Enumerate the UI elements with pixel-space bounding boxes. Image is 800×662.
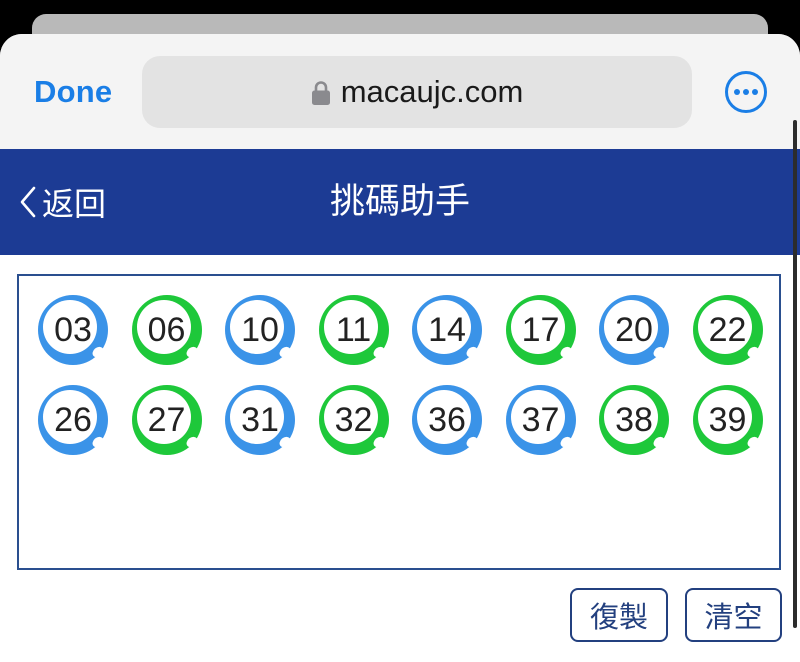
browser-sheet: Done macaujc.com 返回 挑碼助手 03 06 10 11 14 … — [0, 34, 800, 662]
ball-number: 17 — [521, 311, 560, 349]
ball-number: 32 — [334, 401, 373, 439]
ball-number: 03 — [54, 311, 92, 349]
clear-button[interactable]: 清空 — [685, 588, 782, 642]
ball-number: 27 — [147, 401, 186, 439]
selected-numbers-panel: 03 06 10 11 14 17 20 22 26 27 31 32 36 37 38 39 — [17, 274, 781, 570]
ball-number: 39 — [708, 401, 747, 439]
ball-number: 36 — [428, 401, 466, 439]
url-text: macaujc.com — [340, 74, 524, 109]
number-ball[interactable]: 06 — [131, 294, 203, 366]
scrollbar[interactable] — [793, 120, 797, 628]
number-ball[interactable]: 26 — [37, 384, 109, 456]
number-ball[interactable]: 38 — [598, 384, 670, 456]
number-ball[interactable]: 20 — [598, 294, 670, 366]
number-ball[interactable]: 31 — [224, 384, 296, 456]
number-ball[interactable]: 11 — [318, 294, 390, 366]
number-ball[interactable]: 03 — [37, 294, 109, 366]
number-ball[interactable]: 17 — [505, 294, 577, 366]
ball-number: 38 — [615, 401, 653, 439]
ball-number: 22 — [708, 311, 747, 349]
number-ball[interactable]: 10 — [224, 294, 296, 366]
ball-number: 26 — [54, 401, 92, 439]
ball-number: 11 — [335, 311, 372, 349]
done-button[interactable]: Done — [34, 74, 112, 110]
app-header: 返回 挑碼助手 — [0, 149, 800, 255]
ball-number: 10 — [241, 311, 279, 349]
number-ball[interactable]: 36 — [411, 384, 483, 456]
ball-number: 31 — [241, 401, 279, 439]
page-title: 挑碼助手 — [329, 182, 470, 222]
lock-icon — [311, 81, 330, 105]
number-ball[interactable]: 27 — [131, 384, 203, 456]
number-ball[interactable]: 39 — [692, 384, 764, 456]
ball-number: 37 — [521, 401, 560, 439]
number-ball[interactable]: 22 — [692, 294, 764, 366]
screen: Done macaujc.com 返回 挑碼助手 03 06 10 11 14 … — [0, 0, 800, 662]
number-ball[interactable]: 32 — [318, 384, 390, 456]
number-ball[interactable]: 37 — [505, 384, 577, 456]
ball-number: 14 — [428, 311, 466, 349]
more-options-icon[interactable] — [724, 70, 768, 114]
browser-toolbar: Done macaujc.com — [0, 34, 800, 149]
ball-number: 20 — [615, 311, 653, 349]
copy-button[interactable]: 復製 — [570, 588, 668, 642]
address-bar[interactable]: macaujc.com — [142, 56, 692, 128]
ball-number: 06 — [147, 311, 186, 349]
number-ball[interactable]: 14 — [411, 294, 483, 366]
